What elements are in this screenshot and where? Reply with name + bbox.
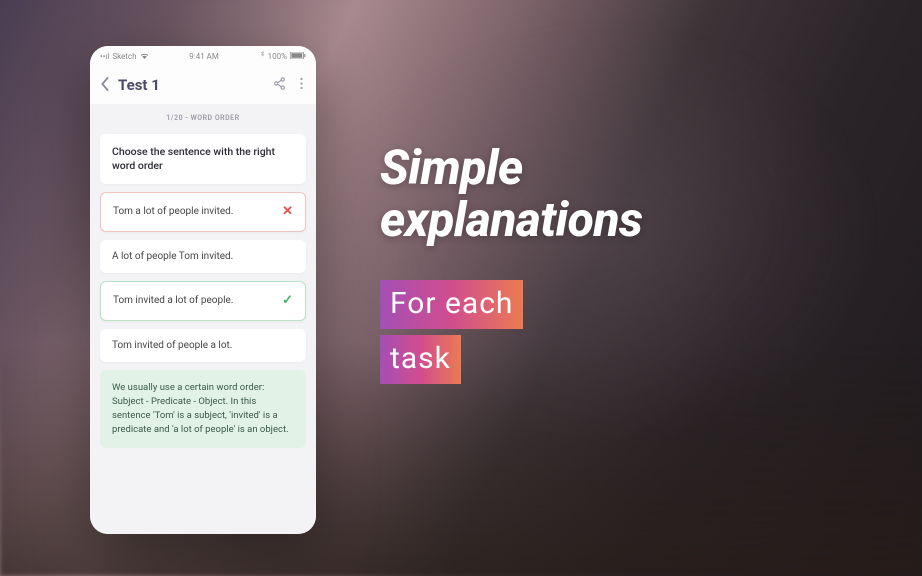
answer-text: Tom a lot of people invited. [113,205,233,219]
explanation-card: We usually use a certain word order: Sub… [100,370,306,447]
answer-option[interactable]: Tom invited a lot of people. ✓ [100,281,306,321]
more-icon[interactable] [297,77,306,94]
back-icon[interactable] [100,76,110,95]
app-body: 1/20 - WORD ORDER Choose the sentence wi… [90,104,316,534]
wrong-icon: ✕ [282,203,293,221]
promo-heading-line1: Simple [380,142,860,194]
answer-option[interactable]: A lot of people Tom invited. [100,240,306,274]
progress-label: 1/20 - WORD ORDER [100,112,306,126]
promo-heading: Simple explanations [380,142,860,246]
answer-option[interactable]: Tom a lot of people invited. ✕ [100,192,306,232]
battery-icon [290,52,306,61]
carrier-label: Sketch [112,52,136,61]
promo-block: Simple explanations For each task [380,142,860,390]
status-bar: ••ıl Sketch 9:41 AM 100% [90,46,316,66]
app-header: Test 1 [90,66,316,104]
share-icon[interactable] [270,77,289,94]
answer-option[interactable]: Tom invited of people a lot. [100,329,306,363]
battery-label: 100% [268,52,287,61]
answer-text: Tom invited a lot of people. [113,294,233,308]
promo-sub-line2: task [380,335,461,384]
question-prompt: Choose the sentence with the right word … [100,134,306,184]
promo-subheading: For each task [380,280,860,390]
bluetooth-icon [260,51,265,61]
promo-sub-line1: For each [380,280,523,329]
answer-text: Tom invited of people a lot. [112,339,232,353]
phone-mockup: ••ıl Sketch 9:41 AM 100% Test 1 [90,46,316,534]
signal-icon: ••ıl [100,52,109,61]
correct-icon: ✓ [282,292,293,310]
promo-heading-line2: explanations [380,194,860,246]
answer-text: A lot of people Tom invited. [112,250,233,264]
screen-title: Test 1 [118,76,262,94]
status-time: 9:41 AM [189,52,219,61]
wifi-icon [140,52,149,61]
